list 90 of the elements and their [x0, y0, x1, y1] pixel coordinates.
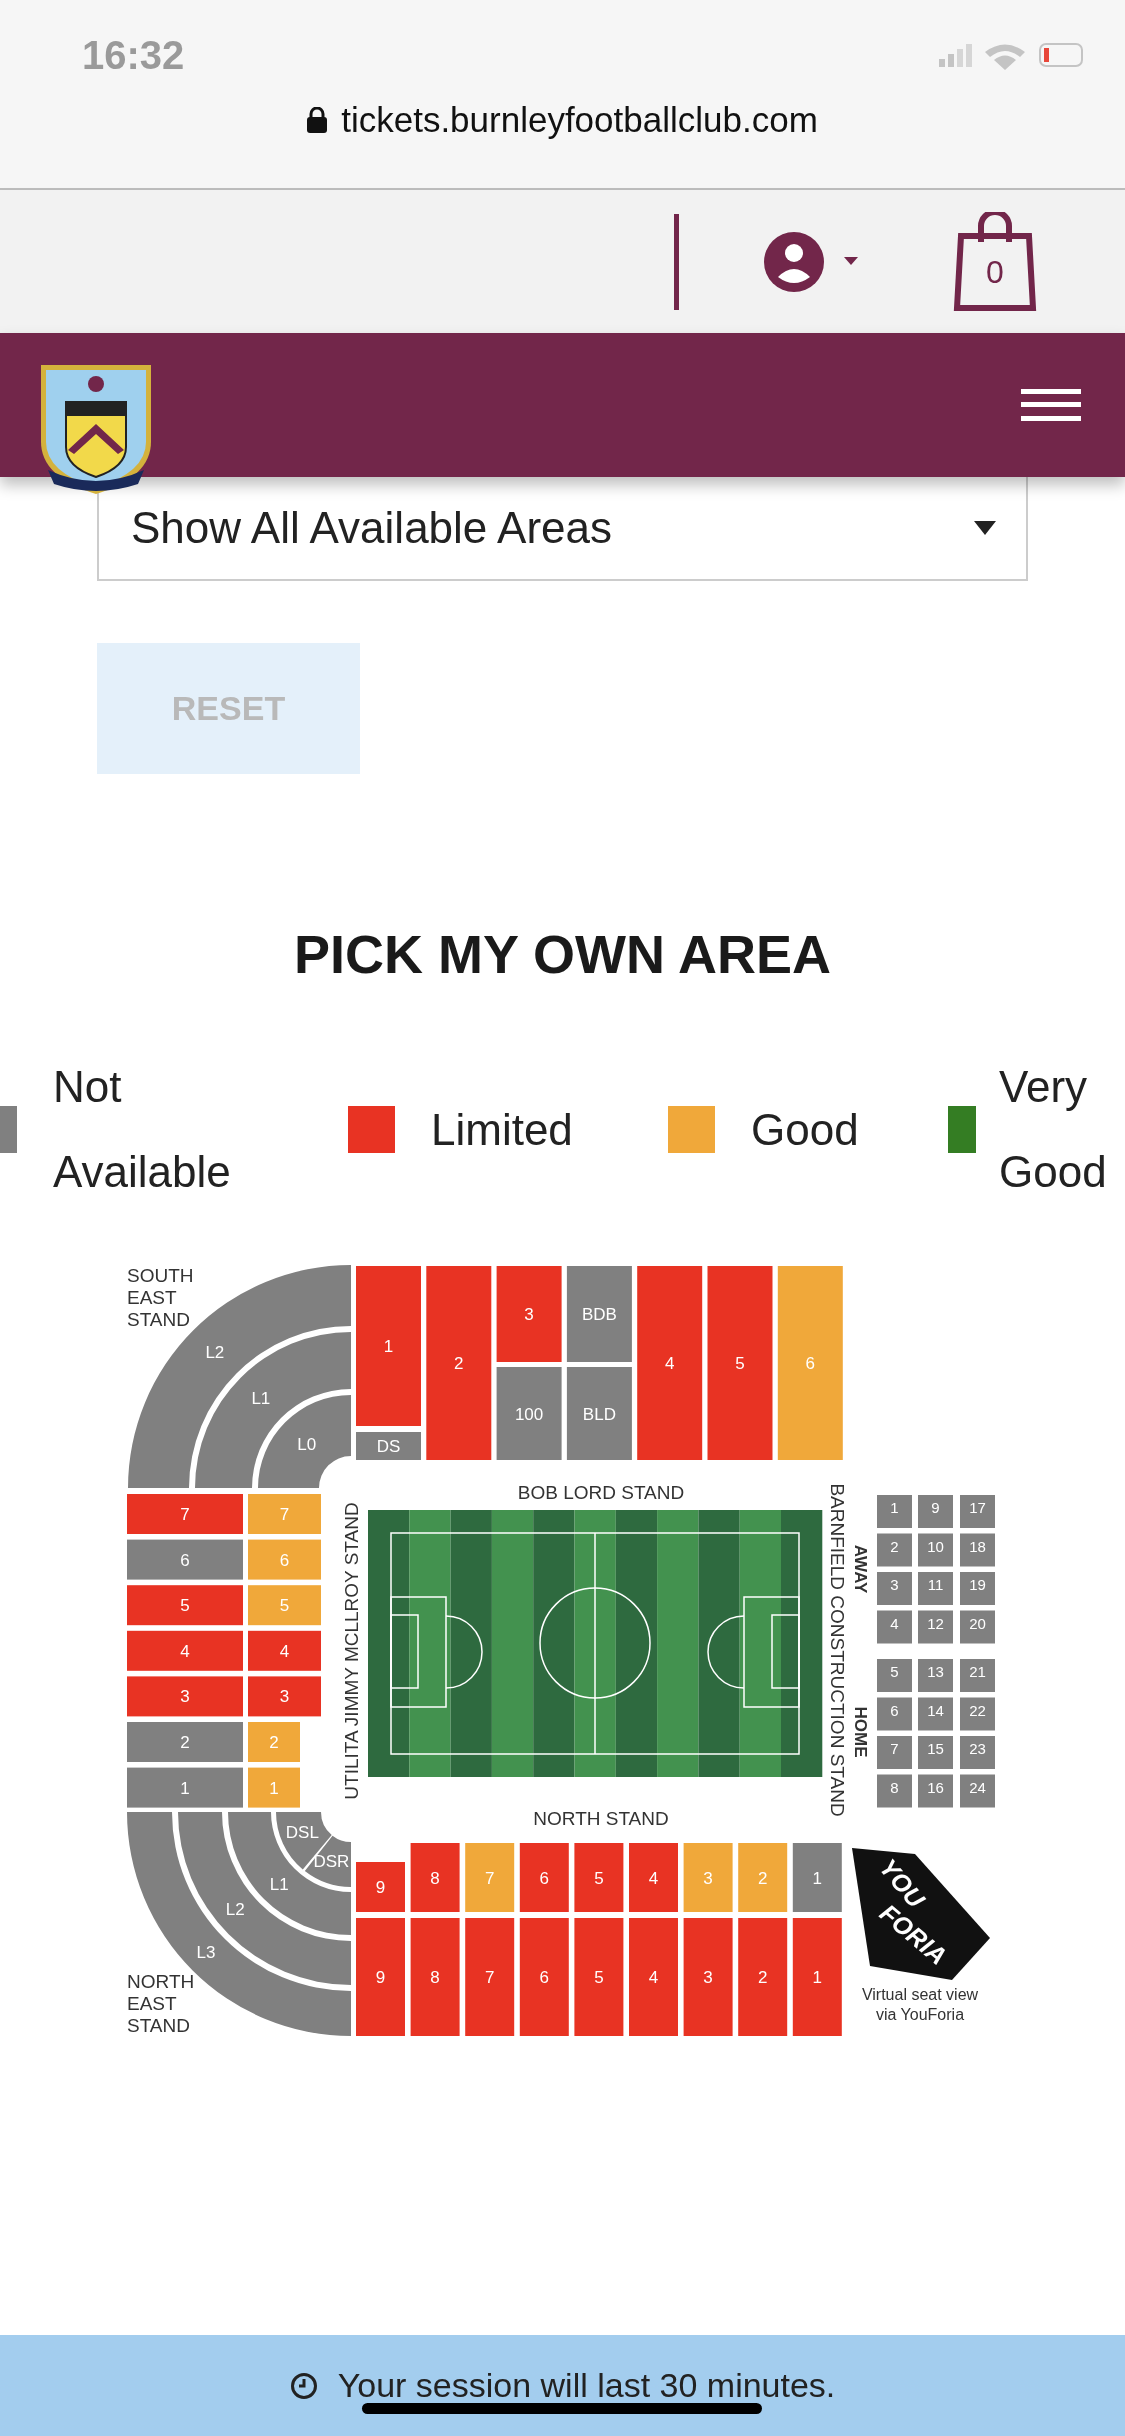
seating-block[interactable]: 9	[356, 1862, 405, 1912]
menu-button[interactable]	[1021, 389, 1081, 421]
seating-block[interactable]: 6	[248, 1539, 321, 1580]
seating-block[interactable]: 6	[877, 1697, 912, 1731]
logo-caption: Virtual seat view via YouForia	[861, 1986, 979, 2023]
seating-block[interactable]: 4	[127, 1630, 243, 1671]
seating-block[interactable]: 3	[248, 1676, 321, 1717]
seating-block[interactable]: 7	[465, 1918, 515, 2036]
seating-block[interactable]: 7	[877, 1736, 912, 1769]
stand-label: SOUTH EAST STAND	[127, 1265, 194, 1330]
lock-icon	[307, 107, 328, 133]
seating-block[interactable]: 11	[918, 1572, 953, 1605]
area-dropdown[interactable]: Show All Available Areas	[97, 477, 1028, 581]
seating-block[interactable]: BDB	[566, 1266, 632, 1362]
seating-block[interactable]: 5	[707, 1266, 773, 1460]
seating-block[interactable]: 15	[918, 1736, 953, 1769]
club-crest-logo[interactable]	[38, 362, 154, 496]
seating-block[interactable]: 7	[127, 1494, 243, 1534]
seating-block[interactable]: 19	[960, 1572, 995, 1605]
seating-block[interactable]: 3	[127, 1676, 243, 1717]
clock-icon	[289, 2371, 318, 2400]
seating-block[interactable]: 1	[356, 1266, 421, 1426]
seating-block[interactable]: 5	[877, 1659, 912, 1692]
seating-block[interactable]: 2	[738, 1843, 788, 1912]
legend-label: Good	[751, 1103, 859, 1156]
dropdown-caret-icon	[974, 521, 996, 535]
legend-label: Very Good	[999, 1061, 1108, 1198]
seating-block[interactable]: 1	[127, 1767, 243, 1808]
seating-block[interactable]: 4	[637, 1266, 703, 1460]
seating-block[interactable]: DS	[356, 1432, 421, 1460]
seating-block[interactable]: 8	[410, 1843, 460, 1912]
seating-block[interactable]: 3	[496, 1266, 562, 1362]
seating-block[interactable]: 5	[127, 1585, 243, 1626]
stand-label: BOB LORD STAND	[517, 1482, 685, 1503]
seating-block[interactable]: 1	[877, 1495, 912, 1528]
stand-label: BARNFIELD CONSTRUCTION STAND	[827, 1483, 848, 1817]
seating-block[interactable]: 18	[960, 1533, 995, 1567]
seating-block[interactable]: 6	[777, 1266, 843, 1460]
seating-block[interactable]: 3	[683, 1843, 733, 1912]
seating-block[interactable]: BLD	[566, 1367, 632, 1460]
stand-label: UTILITA JIMMY MCLLROY STAND	[341, 1502, 362, 1800]
stand-label: NORTH STAND	[533, 1808, 669, 1829]
seating-block[interactable]: 20	[960, 1610, 995, 1644]
seating-block[interactable]: 2	[426, 1266, 492, 1460]
seating-block[interactable]: 4	[248, 1630, 321, 1671]
seating-block[interactable]: 7	[465, 1843, 515, 1912]
seating-block[interactable]: 3	[877, 1572, 912, 1605]
seating-block[interactable]: 4	[877, 1610, 912, 1644]
seating-block[interactable]: 8	[877, 1774, 912, 1808]
seating-block[interactable]: 23	[960, 1736, 995, 1769]
seating-block[interactable]: 6	[519, 1843, 569, 1912]
stand-label: AWAY	[850, 1544, 870, 1594]
url-text[interactable]: tickets.burnleyfootballclub.com	[341, 100, 818, 140]
legend-label: Not Available	[53, 1061, 232, 1198]
seating-block[interactable]: 2	[248, 1722, 300, 1762]
stand-label: HOME	[850, 1706, 870, 1758]
seating-block[interactable]: 4	[629, 1843, 678, 1912]
seating-block[interactable]: 22	[960, 1697, 995, 1731]
seating-block[interactable]: 9	[918, 1495, 953, 1528]
seating-block[interactable]: 3	[683, 1918, 733, 2036]
seating-block[interactable]: 2	[738, 1918, 788, 2036]
status-time: 16:32	[82, 32, 185, 78]
session-message: Your session will last 30 minutes.	[337, 2366, 836, 2405]
section-heading: PICK MY OWN AREA	[293, 923, 832, 986]
seating-block[interactable]: 5	[248, 1585, 321, 1626]
signal-icon	[939, 43, 973, 67]
seating-block[interactable]: 17	[960, 1495, 995, 1528]
seating-block[interactable]: 14	[918, 1697, 953, 1731]
legend-label: Limited	[431, 1103, 573, 1156]
seating-block[interactable]: 5	[574, 1843, 624, 1912]
seating-block[interactable]: 1	[792, 1918, 842, 2036]
seating-block[interactable]: 21	[960, 1659, 995, 1692]
seating-block[interactable]: 8	[410, 1918, 460, 2036]
seating-block[interactable]: 100	[496, 1367, 562, 1460]
seating-block[interactable]: 2	[127, 1722, 243, 1762]
seating-block[interactable]: 2	[877, 1533, 912, 1567]
seating-block[interactable]: 24	[960, 1774, 995, 1808]
battery-icon	[1039, 43, 1085, 67]
seating-block[interactable]: 9	[356, 1918, 405, 2036]
seating-block[interactable]: 1	[792, 1843, 842, 1912]
seating-block[interactable]: 10	[918, 1533, 953, 1567]
seating-block[interactable]: 7	[248, 1494, 321, 1534]
seating-block[interactable]: 6	[127, 1539, 243, 1580]
seating-block[interactable]: 16	[918, 1774, 953, 1808]
seating-block[interactable]: 12	[918, 1610, 953, 1644]
seating-block[interactable]: 13	[918, 1659, 953, 1692]
seating-block[interactable]: 1	[248, 1767, 300, 1808]
seating-block[interactable]: 6	[519, 1918, 569, 2036]
seating-block[interactable]: 5	[574, 1918, 624, 2036]
seating-block[interactable]: 4	[629, 1918, 678, 2036]
